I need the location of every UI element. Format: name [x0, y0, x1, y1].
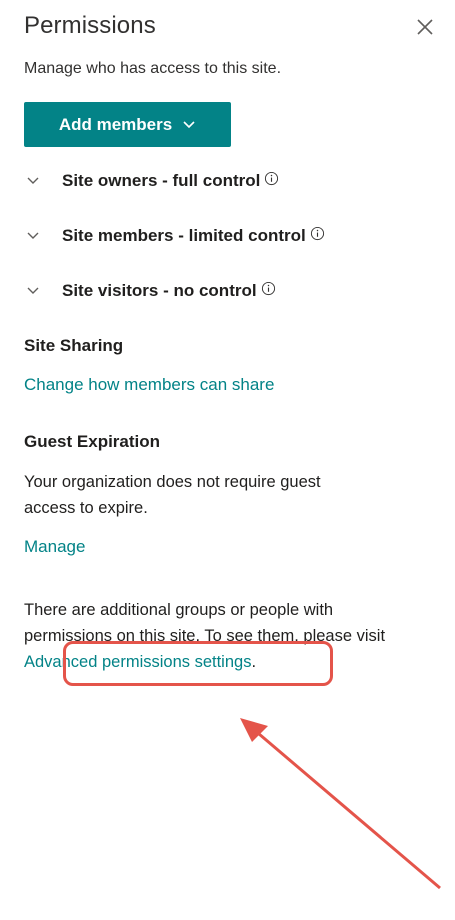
chevron-down-icon — [183, 120, 195, 128]
group-label: Site visitors - no control — [62, 281, 257, 300]
info-icon[interactable] — [310, 226, 325, 241]
info-icon[interactable] — [261, 281, 276, 296]
panel-title: Permissions — [24, 12, 156, 39]
additional-text-before: There are additional groups or people wi… — [24, 601, 386, 645]
group-site-visitors[interactable]: Site visitors - no control — [24, 281, 276, 301]
chevron-down-icon — [27, 287, 39, 294]
close-icon[interactable] — [414, 16, 436, 38]
chevron-down-icon — [27, 232, 39, 239]
chevron-down-icon — [27, 177, 39, 184]
manage-link[interactable]: Manage — [24, 537, 85, 557]
group-label: Site owners - full control — [62, 171, 261, 190]
add-members-label: Add members — [58, 114, 173, 134]
permissions-panel: Permissions Manage who has access to thi… — [0, 0, 455, 920]
annotation-highlight-box — [63, 641, 333, 686]
panel-subtitle: Manage who has access to this site. — [24, 60, 282, 77]
group-label: Site members - limited control — [62, 226, 306, 245]
guest-expiration-text: Your organization does not require guest… — [24, 473, 321, 517]
change-sharing-link[interactable]: Change how members can share — [24, 375, 274, 395]
site-sharing-title: Site Sharing — [24, 336, 124, 355]
add-members-button[interactable]: Add members — [24, 102, 231, 147]
group-site-members[interactable]: Site members - limited control — [24, 226, 325, 246]
guest-expiration-title: Guest Expiration — [24, 432, 161, 451]
info-icon[interactable] — [264, 171, 279, 186]
group-site-owners[interactable]: Site owners - full control — [24, 171, 279, 191]
